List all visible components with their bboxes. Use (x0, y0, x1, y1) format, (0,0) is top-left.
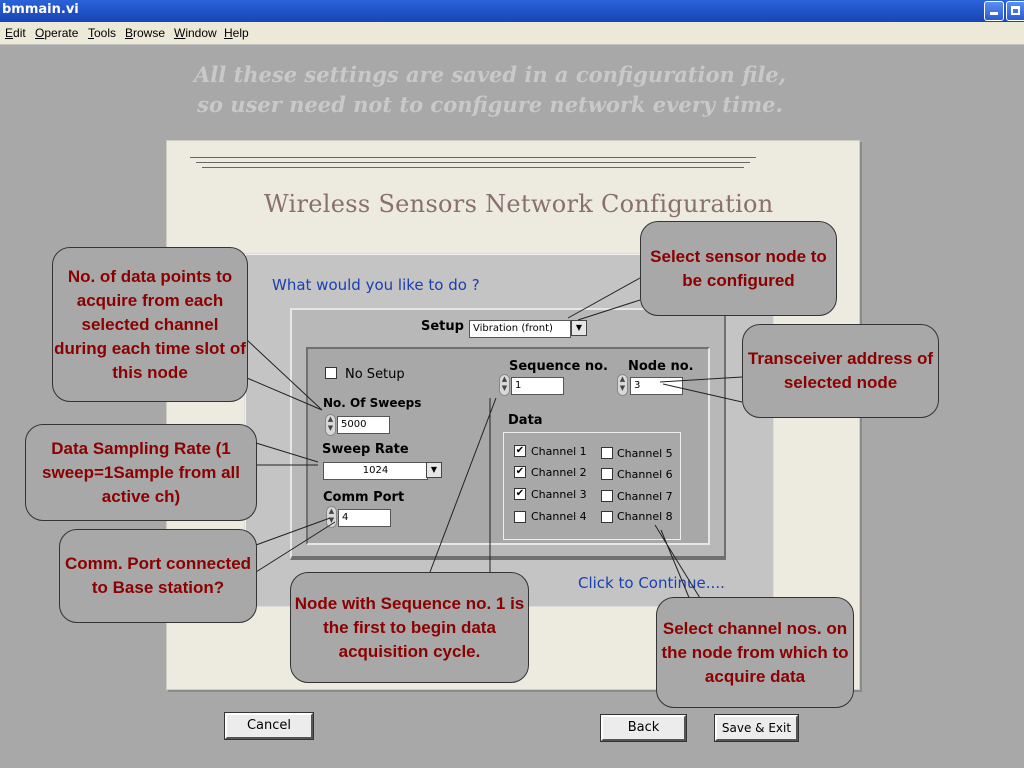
callout-sweep-rate: Data Sampling Rate (1 sweep=1Sample from… (25, 424, 257, 521)
callout-sequence: Node with Sequence no. 1 is the first to… (290, 572, 529, 683)
callout-channels: Select channel nos. on the node from whi… (656, 597, 854, 708)
callout-comm-port: Comm. Port connected to Base station? (59, 529, 257, 623)
callout-sweeps: No. of data points to acquire from each … (52, 247, 248, 402)
callout-transceiver: Transceiver address of selected node (742, 324, 939, 418)
callout-sensor-node: Select sensor node to be configured (640, 221, 837, 316)
